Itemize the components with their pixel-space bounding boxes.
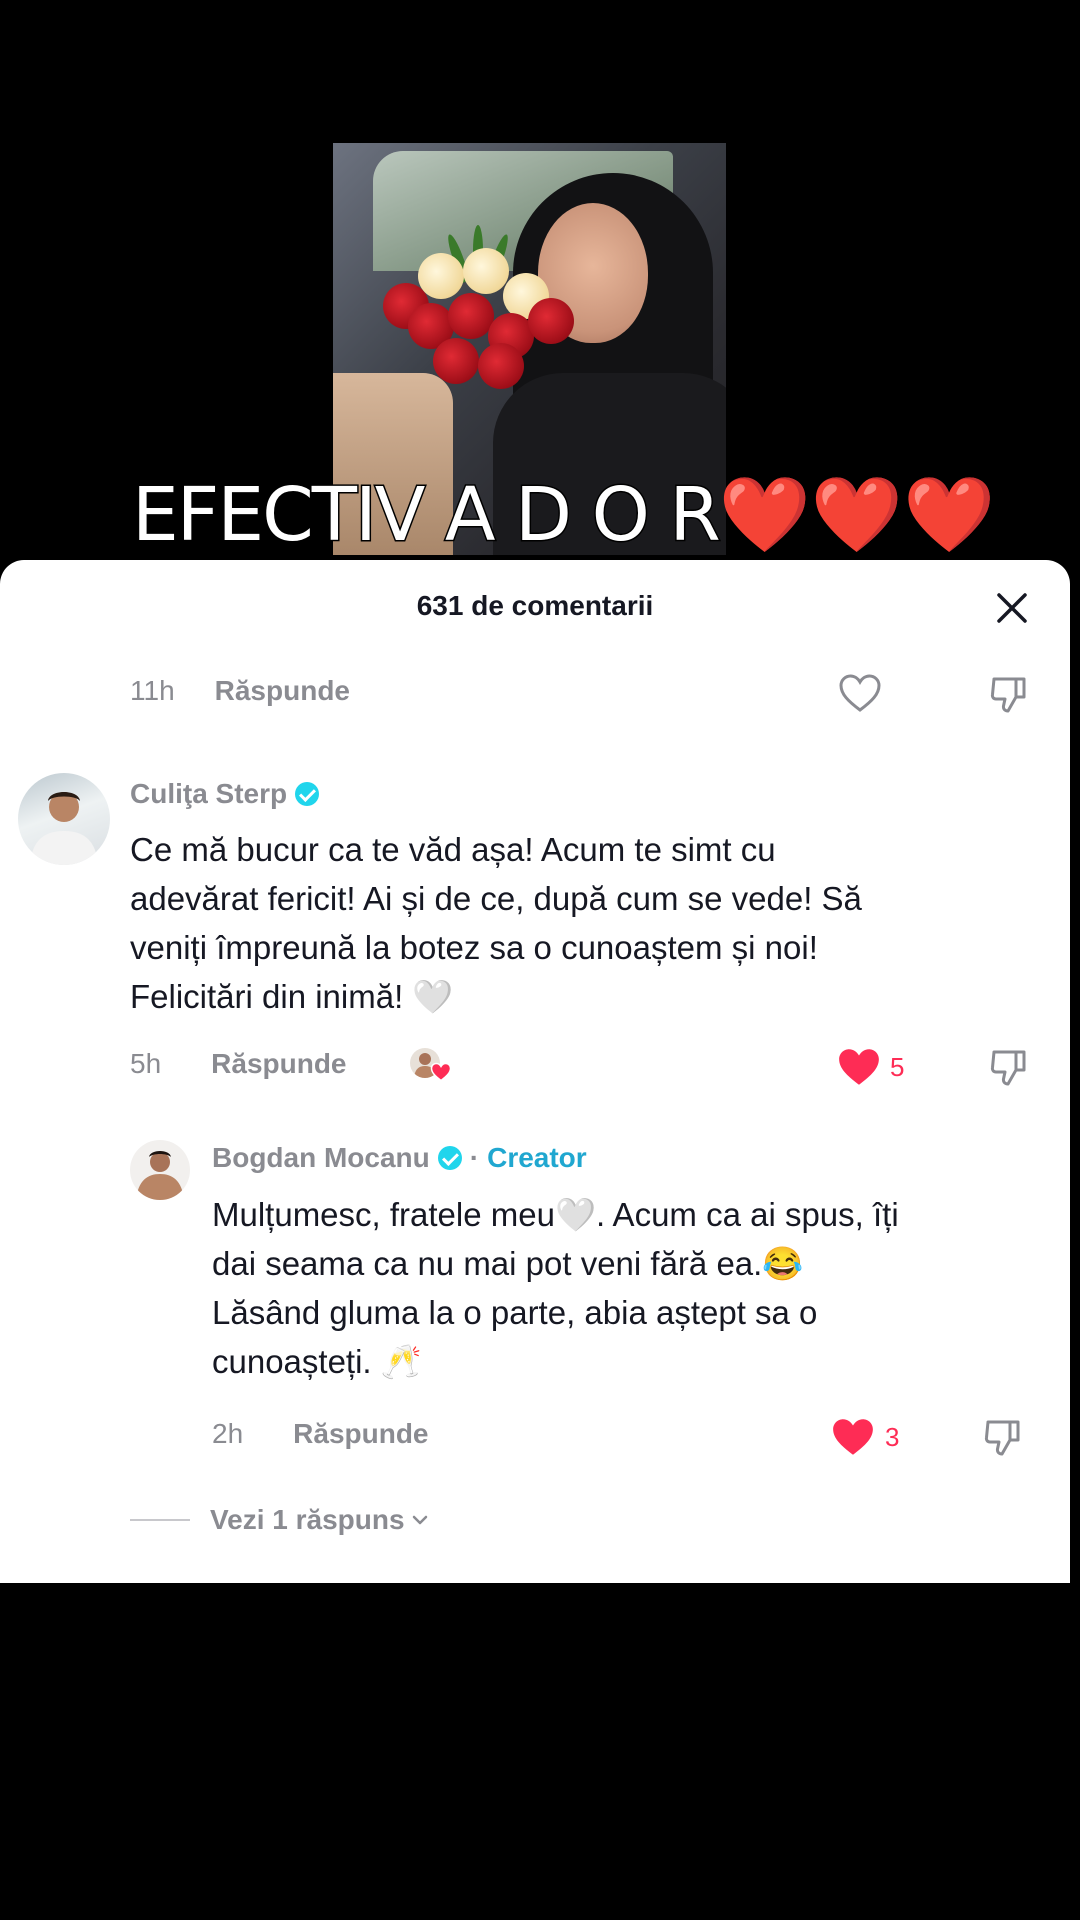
dislike-icon[interactable] (982, 1416, 1024, 1463)
comment-username[interactable]: Culiţa Sterp (130, 778, 320, 810)
avatar[interactable] (18, 773, 110, 865)
comment-line: Felicitări din inimă! 🤍 (130, 978, 454, 1015)
rose (418, 253, 464, 299)
like-heart-filled-icon[interactable] (836, 1046, 882, 1093)
dislike-icon[interactable] (988, 1046, 1030, 1093)
caption-text: EFECTIV A D O R (131, 472, 723, 558)
rose (463, 248, 509, 294)
reply-button[interactable]: Răspunde (211, 1048, 346, 1080)
reply-actions: 2h Răspunde (212, 1418, 429, 1450)
comment-line: veniți împreună la botez sa o cunoaștem … (130, 929, 818, 966)
avatar[interactable] (130, 1140, 190, 1200)
comment-time: 5h (130, 1048, 162, 1079)
close-icon[interactable] (994, 590, 1030, 626)
verified-badge-icon (295, 782, 320, 806)
comment-time: 2h (212, 1418, 244, 1449)
creator-heart-icon (430, 1062, 452, 1087)
comment-line: Mulțumesc, fratele meu🤍. Acum ca ai spus… (212, 1196, 899, 1233)
view-replies-button[interactable]: Vezi 1 răspuns (130, 1504, 431, 1536)
like-count: 3 (885, 1422, 900, 1452)
comment-body: Ce mă bucur ca te văd așa! Acum te simt … (130, 825, 1050, 1021)
like-heart-filled-icon[interactable] (830, 1416, 876, 1463)
like-count: 5 (890, 1052, 905, 1082)
comment-time: 11h (130, 675, 175, 706)
comment-line: Ce mă bucur ca te văd așa! Acum te simt … (130, 831, 776, 868)
comment-line: adevărat fericit! Ai și de ce, după cum … (130, 880, 862, 917)
video-screen: EFECTIV A D O R❤️❤️❤️ 631 de comentarii … (0, 0, 1080, 1920)
reply-button[interactable]: Răspunde (215, 675, 350, 707)
caption-hearts: ❤️❤️❤️ (718, 472, 996, 558)
previous-comment-actions: 11h Răspunde (130, 675, 350, 707)
divider-line (130, 1519, 190, 1521)
rose (528, 298, 574, 344)
reply-button[interactable]: Răspunde (293, 1418, 428, 1450)
reply-body: Mulțumesc, fratele meu🤍. Acum ca ai spus… (212, 1190, 1052, 1386)
comment-actions: 5h Răspunde (130, 1048, 347, 1080)
comments-count-title: 631 de comentarii (416, 590, 654, 621)
chevron-down-icon (412, 1515, 427, 1525)
rose (433, 338, 479, 384)
creator-label: Creator (487, 1142, 587, 1173)
like-heart-outline-icon[interactable] (838, 673, 882, 718)
username-text: Bogdan Mocanu (212, 1142, 430, 1173)
rose (448, 293, 494, 339)
comment-line: Lăsând gluma la o parte, abia aștept sa … (212, 1294, 818, 1331)
dislike-icon[interactable] (988, 673, 1030, 720)
creator-separator: · (469, 1142, 480, 1173)
view-replies-label: Vezi 1 răspuns (210, 1504, 405, 1535)
comments-sheet: 631 de comentarii 11h Răspunde Culiţa St… (0, 560, 1070, 1583)
comment-line: cunoașteți. 🥂 (212, 1343, 422, 1380)
rose-bouquet (383, 225, 583, 393)
comment-line: dai seama ca nu mai pot veni fără ea.😂 (212, 1245, 804, 1282)
rose (478, 343, 524, 389)
comment-username[interactable]: Bogdan Mocanu · Creator (212, 1142, 587, 1174)
video-caption: EFECTIV A D O R❤️❤️❤️ (131, 477, 996, 554)
verified-badge-icon (437, 1146, 462, 1170)
username-text: Culiţa Sterp (130, 778, 288, 809)
